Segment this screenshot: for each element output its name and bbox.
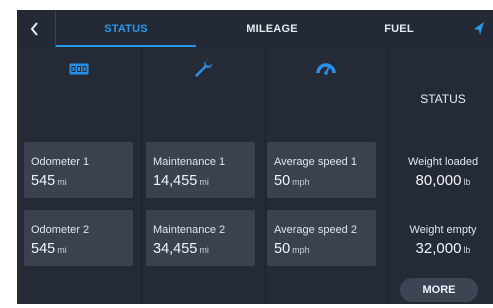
navigation-arrow-icon xyxy=(474,22,484,35)
card-value: 545 mi xyxy=(31,241,67,257)
chevron-left-icon xyxy=(30,22,38,36)
status-heading: STATUS xyxy=(420,92,466,106)
card-label: Maintenance 2 xyxy=(153,224,226,236)
back-button[interactable] xyxy=(17,10,56,48)
maintenance-2-card[interactable]: Maintenance 2 34,455 mi xyxy=(146,210,255,266)
dashboard-screen: STATUS MILEAGE FUEL STATUS Odometer 1 54… xyxy=(17,10,493,304)
weight-empty-label: Weight empty xyxy=(409,224,477,236)
weight-loaded-value: 80,000 lb xyxy=(415,172,471,189)
card-label: Average speed 2 xyxy=(274,224,357,236)
odometer-2-card[interactable]: Odometer 2 545 mi xyxy=(24,210,133,266)
card-value: 50 mph xyxy=(274,173,310,189)
tab-bar: STATUS MILEAGE FUEL xyxy=(17,10,493,48)
card-value: 545 mi xyxy=(31,173,67,189)
card-label: Odometer 2 xyxy=(31,224,90,236)
tab-fuel[interactable]: FUEL xyxy=(329,10,469,48)
obd-icon xyxy=(69,62,89,80)
card-value: 50 mph xyxy=(274,241,310,257)
navigation-arrow-button[interactable] xyxy=(463,10,493,48)
card-label: Average speed 1 xyxy=(274,156,357,168)
speedometer-icon xyxy=(316,60,336,78)
column-divider xyxy=(388,48,389,304)
average-speed-2-card[interactable]: Average speed 2 50 mph xyxy=(267,210,376,266)
column-divider xyxy=(141,48,142,304)
card-label: Odometer 1 xyxy=(31,156,90,168)
more-button[interactable]: MORE xyxy=(400,278,478,302)
column-divider xyxy=(265,48,266,304)
tab-status[interactable]: STATUS xyxy=(56,10,196,48)
card-value: 34,455 mi xyxy=(153,241,209,257)
odometer-1-card[interactable]: Odometer 1 545 mi xyxy=(24,142,133,198)
card-value: 14,455 mi xyxy=(153,173,209,189)
weight-empty-value: 32,000 lb xyxy=(415,240,471,257)
average-speed-1-card[interactable]: Average speed 1 50 mph xyxy=(267,142,376,198)
weight-loaded-label: Weight loaded xyxy=(407,156,479,168)
tab-mileage[interactable]: MILEAGE xyxy=(202,10,342,48)
maintenance-1-card[interactable]: Maintenance 1 14,455 mi xyxy=(146,142,255,198)
wrench-icon xyxy=(193,58,213,77)
card-label: Maintenance 1 xyxy=(153,156,226,168)
active-tab-indicator xyxy=(56,45,196,47)
